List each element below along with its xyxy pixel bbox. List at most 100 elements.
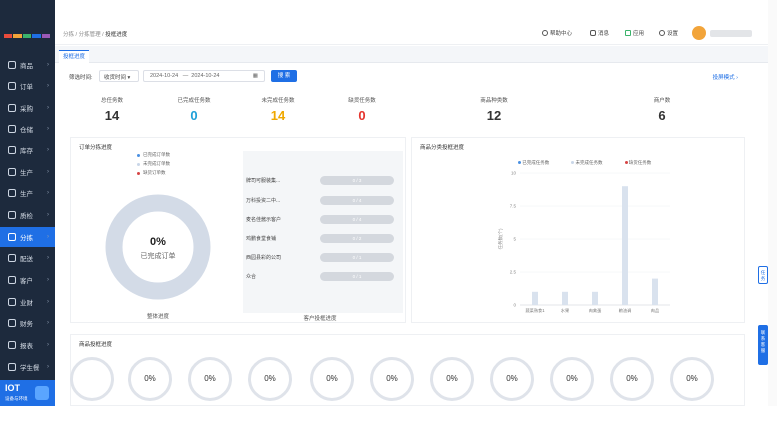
- bell-icon: [590, 30, 596, 36]
- avatar[interactable]: [692, 26, 706, 40]
- date-separator: —: [182, 73, 189, 79]
- sidebar-item[interactable]: 商品 ›: [0, 55, 55, 75]
- x-tick-label: 蔬菜熟食1: [525, 307, 545, 314]
- tab-progress[interactable]: 投框进度: [59, 50, 90, 63]
- chevron-right-icon: ›: [47, 83, 49, 89]
- sidebar-item[interactable]: 报表 ›: [0, 335, 55, 355]
- chevron-right-icon: ›: [47, 320, 49, 326]
- chevron-right-icon: ›: [47, 169, 49, 175]
- sidebar-item-label: 分拣: [20, 235, 33, 242]
- date-start: 2024-10-24: [150, 73, 179, 79]
- task-float-button[interactable]: 任务: [758, 266, 768, 284]
- menu-icon: [8, 168, 16, 176]
- customer-progress-bar: 0 / 4: [320, 196, 394, 205]
- x-tick-label: 肉品: [651, 307, 659, 314]
- customer-caption: 客户投框进度: [303, 316, 337, 322]
- menu-icon: [8, 211, 16, 219]
- sidebar-item[interactable]: 客户 ›: [0, 270, 55, 290]
- screen-mode-link[interactable]: 投屏模式 ›: [713, 73, 738, 81]
- sidebar-item[interactable]: 配送 ›: [0, 248, 55, 268]
- product-progress-circle: 0%: [670, 357, 714, 401]
- calendar-icon: ▦: [252, 73, 258, 79]
- search-button[interactable]: 搜 索: [271, 70, 297, 82]
- product-stats-card: 商品种类数 12 商户数 6: [412, 92, 744, 126]
- sidebar-item[interactable]: 仓储 ›: [0, 119, 55, 139]
- chevron-right-icon: ›: [47, 126, 49, 132]
- message-button[interactable]: 消息: [590, 29, 609, 37]
- product-progress-circle: [70, 357, 114, 401]
- breadcrumb-current: 投框进度: [105, 32, 128, 38]
- sidebar-item[interactable]: 生产 ›: [0, 162, 55, 182]
- stat-undone-label: 未完成任务数: [261, 98, 295, 104]
- sidebar-item[interactable]: 订单 ›: [0, 76, 55, 96]
- sidebar-item-label: 采购: [20, 106, 33, 113]
- sidebar-item[interactable]: 采购 ›: [0, 98, 55, 118]
- breadcrumb-item[interactable]: 分拣: [63, 32, 74, 38]
- menu-icon: [8, 146, 16, 154]
- support-float-button[interactable]: 联系客服: [758, 325, 768, 365]
- bar-undone: [622, 186, 628, 305]
- page-scrollbar[interactable]: [768, 0, 777, 406]
- breadcrumb-item[interactable]: 分拣管理: [79, 32, 101, 38]
- sidebar-item-label: 客户: [20, 278, 33, 285]
- customer-name: 麦名佳酱示客户: [246, 217, 282, 223]
- customer-progress-bar: 0 / 1: [320, 253, 394, 262]
- sidebar-item-label: 质检: [20, 213, 33, 220]
- sidebar-item[interactable]: 财务 ›: [0, 313, 55, 333]
- filter-bar: 筛选时间: 收货时间 ▾ 2024-10-24 — 2024-10-24 ▦ 搜…: [55, 65, 768, 87]
- y-tick-label: 10: [511, 171, 517, 176]
- support-float-label: 联系客服: [760, 330, 766, 353]
- chevron-right-icon: ›: [47, 234, 49, 240]
- sidebar-item-label: 订单: [20, 84, 33, 91]
- iot-icon: [35, 386, 49, 400]
- chevron-right-icon: ›: [47, 105, 49, 111]
- overall-caption: 整体进度: [146, 314, 169, 320]
- date-range-picker[interactable]: 2024-10-24 — 2024-10-24 ▦: [143, 70, 265, 82]
- sidebar-item[interactable]: 学生餐 ›: [0, 357, 55, 377]
- chevron-right-icon: ›: [47, 255, 49, 261]
- chevron-right-icon: ›: [47, 212, 49, 218]
- help-button[interactable]: 帮助中心: [542, 29, 572, 37]
- stat-total-value: 14: [104, 108, 120, 123]
- customer-progress-bar: 0 / 1: [320, 272, 394, 281]
- y-axis-label: 任务数(个): [497, 228, 504, 249]
- sidebar: 商品 › 订单 › 采购 › 仓储 › 库存 › 生产 › 生产 › 质检 › 分拣 › 配送 › 客户 › 业财 › 财务 › 报…: [0, 0, 55, 406]
- customer-row: 麦名佳酱示客户 0 / 4: [246, 215, 396, 225]
- sidebar-item-label: 仓储: [20, 127, 33, 134]
- menu-icon: [8, 189, 16, 197]
- legend-item: 未完成订单数: [137, 161, 170, 167]
- stat-customers-label: 商户数: [653, 98, 671, 104]
- sidebar-item[interactable]: 库存 ›: [0, 140, 55, 160]
- sidebar-item[interactable]: 分拣 ›: [0, 227, 55, 247]
- time-type-select[interactable]: 收货时间 ▾: [99, 70, 139, 82]
- menu-icon: [8, 298, 16, 306]
- bar-undone: [652, 278, 658, 305]
- settings-button[interactable]: 设置: [659, 29, 678, 37]
- sidebar-item[interactable]: 生产 ›: [0, 183, 55, 203]
- sidebar-item-label: 生产: [20, 170, 33, 177]
- legend-item: 已完成订单数: [137, 152, 170, 158]
- customer-progress-bar: 0 / 4: [320, 215, 394, 224]
- settings-label: 设置: [667, 31, 679, 37]
- menu-icon: [8, 233, 16, 241]
- brand-color-strip: [4, 34, 51, 38]
- customer-row: 万科投资二中... 0 / 4: [246, 196, 396, 206]
- time-type-value: 收货时间: [104, 75, 127, 81]
- iot-subtitle: 设备与环境: [5, 396, 28, 401]
- product-progress-circle: 0%: [128, 357, 172, 401]
- bar-undone: [532, 291, 538, 305]
- product-progress-circle: 0%: [550, 357, 594, 401]
- x-tick-label: 肉禽蛋: [589, 307, 602, 314]
- order-legend: 已完成订单数 未完成订单数 缺货订单数: [137, 152, 170, 179]
- sidebar-item[interactable]: 质检 ›: [0, 205, 55, 225]
- chevron-right-icon: ›: [47, 277, 49, 283]
- apply-button[interactable]: 应用: [625, 29, 644, 37]
- stat-total: 总任务数 14: [72, 96, 152, 123]
- y-tick-label: 5: [513, 237, 516, 242]
- gear-icon: [659, 30, 665, 36]
- sidebar-item[interactable]: 业财 ›: [0, 292, 55, 312]
- user-name-blurred[interactable]: [710, 30, 752, 37]
- menu-icon: [8, 104, 16, 112]
- iot-entry[interactable]: IOT 设备与环境: [0, 380, 55, 406]
- stat-done-value: 0: [190, 108, 198, 123]
